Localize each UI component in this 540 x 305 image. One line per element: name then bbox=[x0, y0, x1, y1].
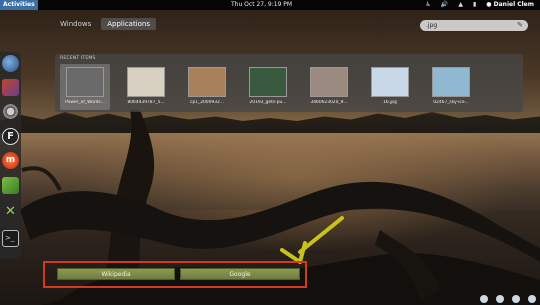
chat-icon[interactable] bbox=[496, 295, 504, 303]
arrow-annotation bbox=[280, 216, 344, 264]
wikipedia-button[interactable]: Wikipedia bbox=[57, 268, 175, 280]
message-tray bbox=[480, 295, 536, 303]
dropbox-icon[interactable] bbox=[528, 295, 536, 303]
network-icon[interactable] bbox=[512, 295, 520, 303]
notification-icon[interactable] bbox=[480, 295, 488, 303]
google-button[interactable]: Google bbox=[180, 268, 300, 280]
